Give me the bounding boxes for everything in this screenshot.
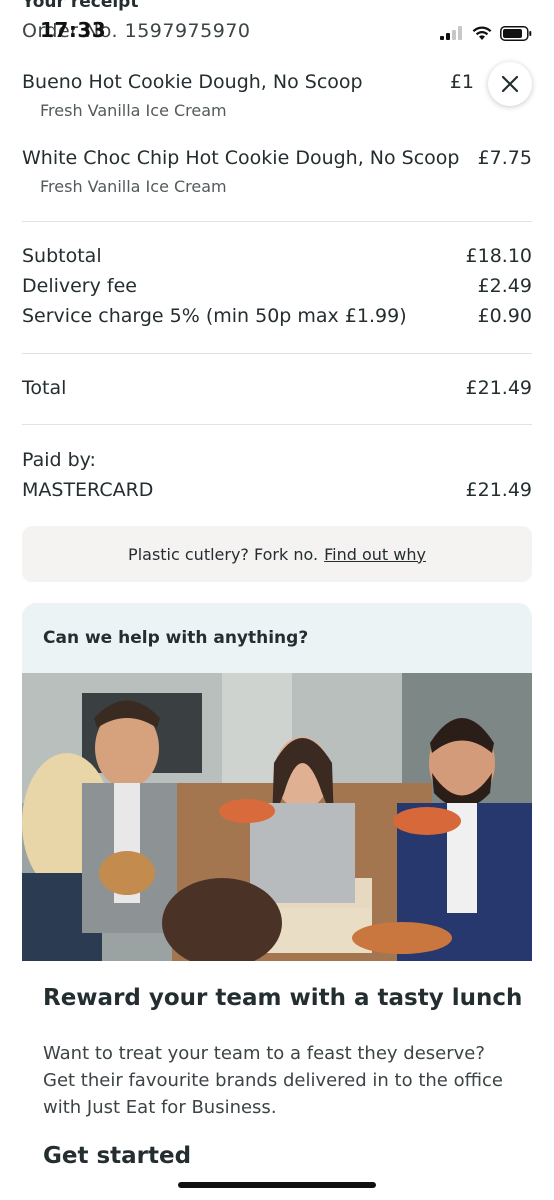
- promo-body: Want to treat your team to a feast they …: [43, 1043, 503, 1118]
- item-price: £7.75: [477, 147, 532, 169]
- payment-method: MASTERCARD: [22, 479, 154, 501]
- cutlery-text: Plastic cutlery? Fork no.: [128, 544, 319, 564]
- item-row: Bueno Hot Cookie Dough, No Scoop £1: [22, 71, 474, 93]
- get-started-link[interactable]: Get started: [43, 1143, 191, 1169]
- promo-title: Reward your team with a tasty lunch: [43, 985, 523, 1011]
- header-title: Your receipt: [22, 0, 139, 12]
- close-button[interactable]: [488, 62, 532, 106]
- payment-method-row: MASTERCARD £21.49: [22, 479, 532, 501]
- charge-label: Service charge 5% (min 50p max £1.99): [22, 305, 407, 327]
- item-option: Fresh Vanilla Ice Cream: [40, 101, 227, 120]
- total-row: Total £21.49: [22, 377, 532, 399]
- help-card[interactable]: Can we help with anything?: [22, 603, 532, 673]
- payment-amount: £21.49: [465, 479, 532, 501]
- delivery-fee-row: Delivery fee £2.49: [22, 275, 532, 297]
- total-amount: £21.49: [465, 377, 532, 399]
- charge-label: Delivery fee: [22, 275, 137, 297]
- divider: [22, 221, 532, 222]
- item-option: Fresh Vanilla Ice Cream: [40, 177, 227, 196]
- item-row: White Choc Chip Hot Cookie Dough, No Sco…: [22, 147, 532, 169]
- charge-amount: £2.49: [477, 275, 532, 297]
- home-indicator[interactable]: [178, 1182, 376, 1188]
- paid-by-row: Paid by:: [22, 449, 532, 471]
- close-icon: [501, 75, 519, 93]
- subtotal-row: Subtotal £18.10: [22, 245, 532, 267]
- wifi-icon: [472, 26, 492, 40]
- promo-image: [22, 673, 532, 961]
- item-name: Bueno Hot Cookie Dough, No Scoop: [22, 71, 363, 93]
- charge-amount: £0.90: [477, 305, 532, 327]
- item-price: £1: [449, 71, 474, 93]
- signal-icon: [440, 26, 462, 40]
- service-charge-row: Service charge 5% (min 50p max £1.99) £0…: [22, 305, 532, 327]
- total-label: Total: [22, 377, 67, 399]
- battery-icon: [500, 25, 532, 41]
- status-icons: [440, 22, 532, 44]
- paid-by-label: Paid by:: [22, 449, 96, 471]
- find-out-why-link[interactable]: Find out why: [324, 545, 426, 564]
- charge-label: Subtotal: [22, 245, 102, 267]
- item-name: White Choc Chip Hot Cookie Dough, No Sco…: [22, 147, 460, 169]
- help-title: Can we help with anything?: [43, 628, 309, 648]
- divider: [22, 424, 532, 425]
- charge-amount: £18.10: [465, 245, 532, 267]
- cutlery-banner: Plastic cutlery? Fork no. Find out why: [22, 526, 532, 582]
- status-time: 17:33: [40, 18, 107, 42]
- divider: [22, 353, 532, 354]
